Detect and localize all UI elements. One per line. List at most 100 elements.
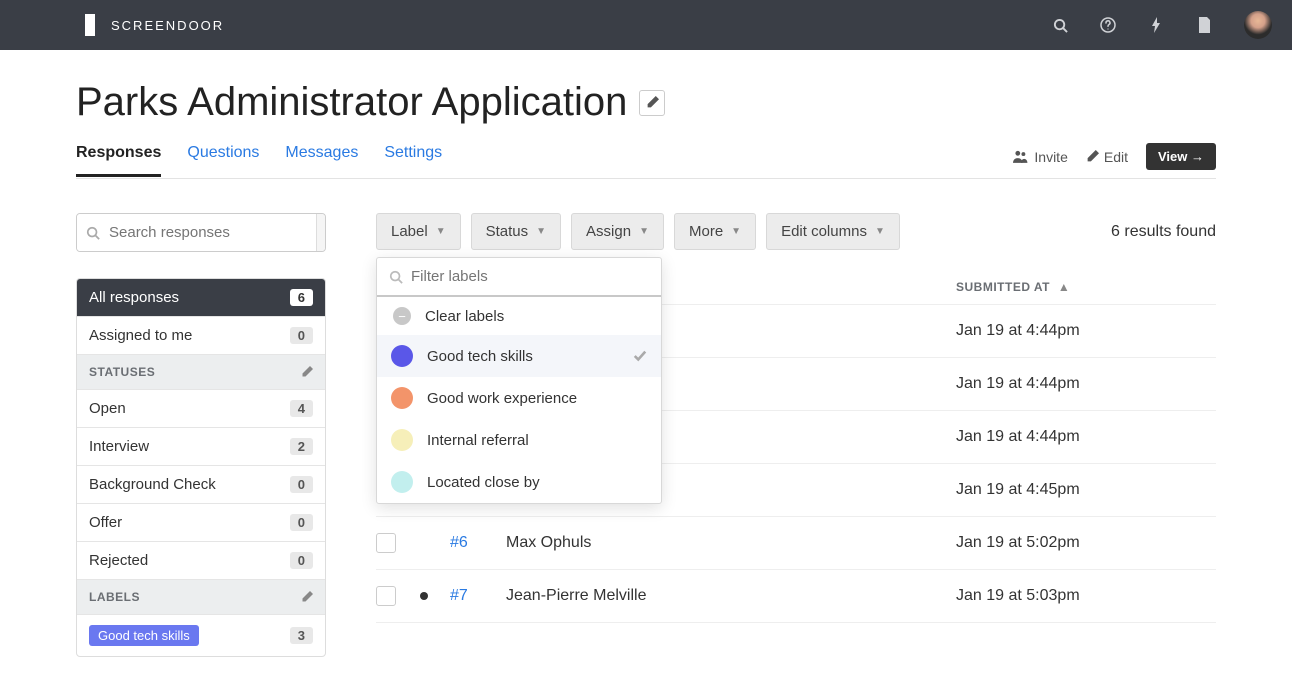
sidebar-section-statuses: STATUSES: [77, 355, 325, 390]
count-badge: 0: [290, 552, 313, 569]
count-badge: 4: [290, 400, 313, 417]
invite-label: Invite: [1034, 149, 1067, 165]
color-swatch: [391, 345, 413, 367]
sidebar-item-open[interactable]: Open 4: [77, 390, 325, 428]
button-label: More: [689, 223, 723, 240]
tab-messages[interactable]: Messages: [285, 144, 358, 177]
submitted-at: Jan 19 at 4:44pm: [956, 322, 1216, 340]
column-submitted-at[interactable]: SUBMITTED AT ▲: [956, 280, 1216, 294]
color-swatch: [391, 387, 413, 409]
sidebar-item-label: Rejected: [89, 552, 148, 569]
top-nav: SCREENDOOR: [0, 0, 1292, 50]
table-row[interactable]: #7Jean-Pierre MelvilleJan 19 at 5:03pm: [376, 570, 1216, 623]
tabs: Responses Questions Messages Settings: [76, 144, 442, 177]
button-label: Label: [391, 223, 428, 240]
sidebar-item-background-check[interactable]: Background Check 0: [77, 466, 325, 504]
avatar[interactable]: [1244, 11, 1272, 39]
brand-name: SCREENDOOR: [111, 18, 224, 33]
sidebar: MORE... All responses 6 Assigned to me 0…: [76, 213, 326, 657]
option-label: Located close by: [427, 474, 540, 491]
submitted-at: Jan 19 at 5:03pm: [956, 587, 1216, 605]
label-dropdown-button[interactable]: Label ▼: [376, 213, 461, 250]
submitted-at: Jan 19 at 4:45pm: [956, 481, 1216, 499]
option-label: Good tech skills: [427, 348, 533, 365]
tab-responses[interactable]: Responses: [76, 144, 161, 177]
column-label: SUBMITTED AT: [956, 280, 1050, 294]
tab-settings[interactable]: Settings: [384, 144, 442, 177]
option-label: Good work experience: [427, 390, 577, 407]
label-dropdown-menu: − Clear labels Good tech skills Good wor…: [376, 257, 662, 504]
chevron-down-icon: ▼: [875, 226, 885, 237]
brand[interactable]: SCREENDOOR: [85, 14, 224, 36]
button-label: Status: [486, 223, 529, 240]
chevron-down-icon: ▼: [731, 226, 741, 237]
sidebar-item-label: Assigned to me: [89, 327, 192, 344]
toolbar: Label ▼ Status ▼ Assign ▼ More ▼: [376, 213, 900, 250]
count-badge: 0: [290, 476, 313, 493]
invite-button[interactable]: Invite: [1013, 149, 1067, 165]
view-button[interactable]: View →: [1146, 143, 1216, 170]
sidebar-item-label: Open: [89, 400, 126, 417]
response-id-link[interactable]: #7: [450, 587, 468, 604]
search-more-button[interactable]: MORE...: [316, 214, 326, 251]
document-icon[interactable]: [1196, 17, 1212, 33]
lightning-icon[interactable]: [1148, 17, 1164, 33]
sidebar-item-label: Offer: [89, 514, 122, 531]
option-label: Clear labels: [425, 308, 504, 325]
sidebar-item-offer[interactable]: Offer 0: [77, 504, 325, 542]
edit-statuses-button[interactable]: [301, 366, 313, 378]
search-input[interactable]: [77, 214, 316, 251]
pencil-icon: [301, 591, 313, 603]
tab-questions[interactable]: Questions: [187, 144, 259, 177]
filter-labels-input[interactable]: [387, 268, 651, 285]
sidebar-item-all-responses[interactable]: All responses 6: [77, 279, 325, 317]
count-badge: 0: [290, 327, 313, 344]
edit-button[interactable]: Edit: [1086, 149, 1128, 165]
sidebar-item-rejected[interactable]: Rejected 0: [77, 542, 325, 580]
sidebar-item-label-good-tech[interactable]: Good tech skills 3: [77, 615, 325, 656]
row-checkbox[interactable]: [376, 533, 396, 553]
sidebar-item-label: Background Check: [89, 476, 216, 493]
label-option-good-work-experience[interactable]: Good work experience: [377, 377, 661, 419]
label-option-located-close-by[interactable]: Located close by: [377, 461, 661, 503]
people-icon: [1013, 150, 1029, 163]
edit-labels-button[interactable]: [301, 591, 313, 603]
label-option-internal-referral[interactable]: Internal referral: [377, 419, 661, 461]
brand-logo-icon: [85, 14, 101, 36]
label-chip: Good tech skills: [89, 625, 199, 646]
section-label: LABELS: [89, 590, 140, 604]
more-dropdown-button[interactable]: More ▼: [674, 213, 756, 250]
submitted-at: Jan 19 at 4:44pm: [956, 375, 1216, 393]
section-label: STATUSES: [89, 365, 155, 379]
label-option-good-tech-skills[interactable]: Good tech skills: [377, 335, 661, 377]
edit-label: Edit: [1104, 149, 1128, 165]
search-icon: [389, 270, 403, 284]
row-checkbox[interactable]: [376, 586, 396, 606]
check-icon: [633, 349, 647, 363]
pencil-icon: [301, 366, 313, 378]
edit-columns-dropdown-button[interactable]: Edit columns ▼: [766, 213, 900, 250]
search-icon[interactable]: [1052, 17, 1068, 33]
chevron-down-icon: ▼: [536, 226, 546, 237]
help-icon[interactable]: [1100, 17, 1116, 33]
sidebar-item-interview[interactable]: Interview 2: [77, 428, 325, 466]
count-badge: 3: [290, 627, 313, 644]
edit-title-button[interactable]: [639, 90, 665, 116]
assign-dropdown-button[interactable]: Assign ▼: [571, 213, 664, 250]
sidebar-section-labels: LABELS: [77, 580, 325, 615]
sidebar-item-assigned-to-me[interactable]: Assigned to me 0: [77, 317, 325, 355]
response-id-link[interactable]: #6: [450, 534, 468, 551]
status-dot-icon: [420, 592, 428, 600]
page-title: Parks Administrator Application: [76, 80, 627, 125]
chevron-down-icon: ▼: [436, 226, 446, 237]
search-box: MORE...: [76, 213, 326, 252]
page-header: Parks Administrator Application Response…: [76, 50, 1216, 189]
clear-labels-option[interactable]: − Clear labels: [377, 297, 661, 335]
status-dropdown-button[interactable]: Status ▼: [471, 213, 561, 250]
button-label: Edit columns: [781, 223, 867, 240]
count-badge: 6: [290, 289, 313, 306]
results-found: 6 results found: [1111, 223, 1216, 241]
submitted-at: Jan 19 at 5:02pm: [956, 534, 1216, 552]
pencil-icon: [1086, 150, 1099, 163]
table-row[interactable]: #6Max OphulsJan 19 at 5:02pm: [376, 517, 1216, 570]
